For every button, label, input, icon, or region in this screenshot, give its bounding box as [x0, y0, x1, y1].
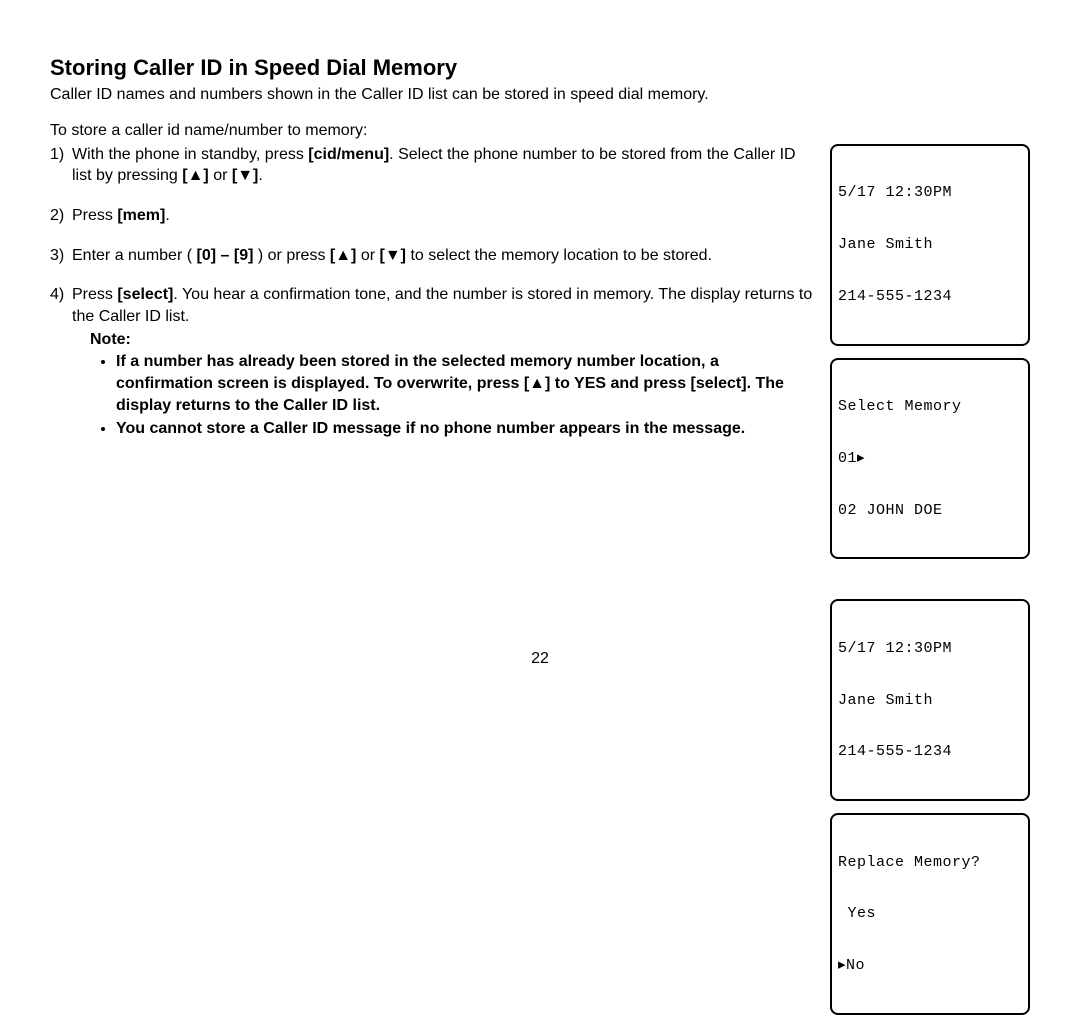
page-title: Storing Caller ID in Speed Dial Memory	[50, 55, 1030, 81]
down-arrow-key: [▼]	[232, 167, 259, 184]
text: . You hear a confirmation tone, and the …	[72, 286, 812, 325]
up-arrow-key: [▲]	[330, 247, 357, 264]
step-4: 4) Press [select]. You hear a confirmati…	[50, 284, 818, 327]
text: With the phone in standby, press	[72, 146, 308, 163]
key-cid-menu: [cid/menu]	[308, 146, 389, 163]
text: .	[165, 207, 169, 224]
text: Press	[72, 286, 117, 303]
step-body: Press [select]. You hear a confirmation …	[72, 284, 818, 327]
sub-intro-text: To store a caller id name/number to memo…	[50, 122, 1030, 140]
key-mem: [mem]	[117, 207, 165, 224]
lcd-line: 5/17 12:30PM	[838, 184, 1022, 201]
text: to select the memory location to be stor…	[406, 247, 712, 264]
lcd-screen-callerid-2: 5/17 12:30PM Jane Smith 214-555-1234	[830, 599, 1030, 801]
down-arrow-key: [▼]	[380, 247, 407, 264]
lcd-line: Select Memory	[838, 398, 1022, 415]
text: or	[209, 167, 232, 184]
note-item-1: If a number has already been stored in t…	[116, 351, 818, 416]
lcd-line: 01▸	[838, 450, 1022, 467]
step-number: 1)	[50, 144, 72, 187]
lcd-line: 214-555-1234	[838, 288, 1022, 305]
key-0: [0]	[197, 247, 217, 264]
steps-list: 1) With the phone in standby, press [cid…	[50, 144, 818, 328]
lcd-screens-column: 5/17 12:30PM Jane Smith 214-555-1234 Sel…	[830, 144, 1030, 1027]
note-list: If a number has already been stored in t…	[90, 351, 818, 439]
up-arrow-key: [▲]	[524, 375, 551, 392]
lcd-screen-select-memory: Select Memory 01▸ 02 JOHN DOE	[830, 358, 1030, 560]
key-9: [9]	[234, 247, 254, 264]
lcd-line: Yes	[838, 905, 1022, 922]
lcd-screen-callerid-1: 5/17 12:30PM Jane Smith 214-555-1234	[830, 144, 1030, 346]
step-number: 4)	[50, 284, 72, 327]
text: Enter a number (	[72, 247, 197, 264]
text: Press	[72, 207, 117, 224]
step-body: Press [mem].	[72, 205, 818, 227]
lcd-line: ▸No	[838, 957, 1022, 974]
lcd-screen-replace-memory: Replace Memory? Yes ▸No	[830, 813, 1030, 1015]
lcd-line: Replace Memory?	[838, 854, 1022, 871]
step-body: With the phone in standby, press [cid/me…	[72, 144, 818, 187]
text: .	[258, 167, 262, 184]
text: or	[356, 247, 379, 264]
lcd-line: Jane Smith	[838, 692, 1022, 709]
step-1: 1) With the phone in standby, press [cid…	[50, 144, 818, 187]
up-arrow-key: [▲]	[182, 167, 209, 184]
lcd-line: Jane Smith	[838, 236, 1022, 253]
step-2: 2) Press [mem].	[50, 205, 818, 227]
key-select: [select]	[117, 286, 173, 303]
page-number: 22	[0, 650, 1080, 668]
note-item-2: You cannot store a Caller ID message if …	[116, 418, 818, 440]
step-3: 3) Enter a number ( [0] – [9] ) or press…	[50, 245, 818, 267]
lcd-line: 02 JOHN DOE	[838, 502, 1022, 519]
step-number: 3)	[50, 245, 72, 267]
text: –	[216, 247, 234, 264]
step-number: 2)	[50, 205, 72, 227]
text: ) or press	[253, 247, 329, 264]
step-body: Enter a number ( [0] – [9] ) or press [▲…	[72, 245, 818, 267]
note-label: Note:	[90, 331, 818, 349]
intro-text: Caller ID names and numbers shown in the…	[50, 85, 1030, 106]
lcd-line: 214-555-1234	[838, 743, 1022, 760]
